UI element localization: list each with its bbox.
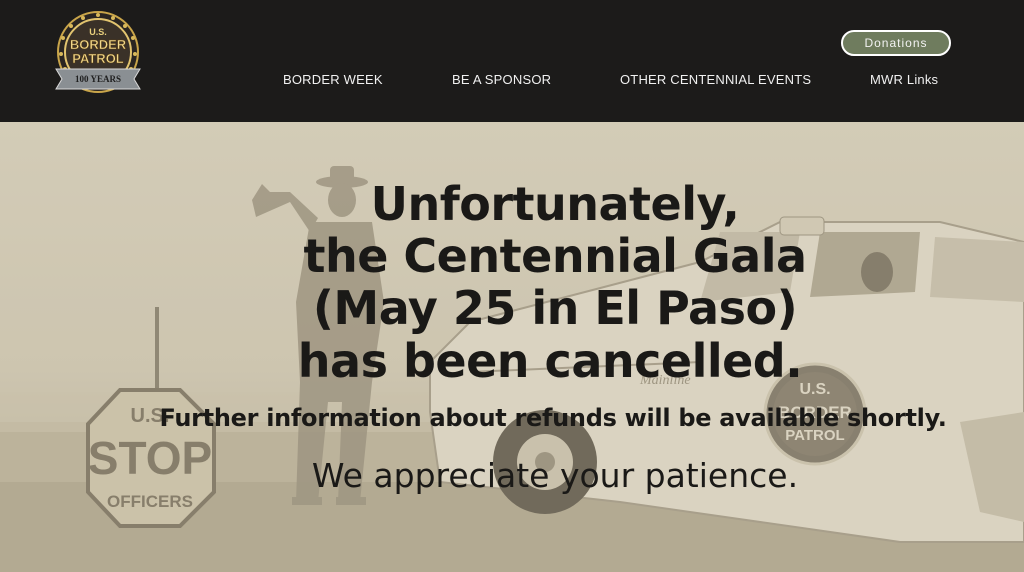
closing-text: We appreciate your patience. xyxy=(311,456,799,495)
headline-line-4: has been cancelled. xyxy=(297,334,803,388)
headline-line-3: (May 25 in El Paso) xyxy=(312,281,798,335)
headline-line-2: the Centennial Gala xyxy=(303,229,807,283)
svg-text:BORDER: BORDER xyxy=(70,37,127,52)
hero-message: Unfortunately, the Centennial Gala (May … xyxy=(0,122,1024,572)
donations-button[interactable]: Donations xyxy=(841,30,951,56)
hero-banner: U.S. STOP OFFICERS Mainline U.S. BORDER … xyxy=(0,122,1024,572)
refund-info-text: Further information about refunds will b… xyxy=(159,404,947,432)
nav-be-a-sponsor[interactable]: BE A SPONSOR xyxy=(452,72,551,87)
nav-mwr-links[interactable]: MWR Links xyxy=(870,72,938,87)
svg-text:PATROL: PATROL xyxy=(72,51,124,66)
nav-other-centennial-events[interactable]: OTHER CENTENNIAL EVENTS xyxy=(620,72,811,87)
site-header: U.S. BORDER PATROL 100 YEARS Donations B… xyxy=(0,0,1024,122)
border-patrol-logo[interactable]: U.S. BORDER PATROL 100 YEARS xyxy=(50,9,146,99)
svg-text:100 YEARS: 100 YEARS xyxy=(75,74,121,84)
svg-text:U.S.: U.S. xyxy=(89,27,107,37)
headline-line-1: Unfortunately, xyxy=(370,177,740,231)
nav-border-week[interactable]: BORDER WEEK xyxy=(283,72,383,87)
border-patrol-logo-icon: U.S. BORDER PATROL 100 YEARS xyxy=(55,11,141,93)
